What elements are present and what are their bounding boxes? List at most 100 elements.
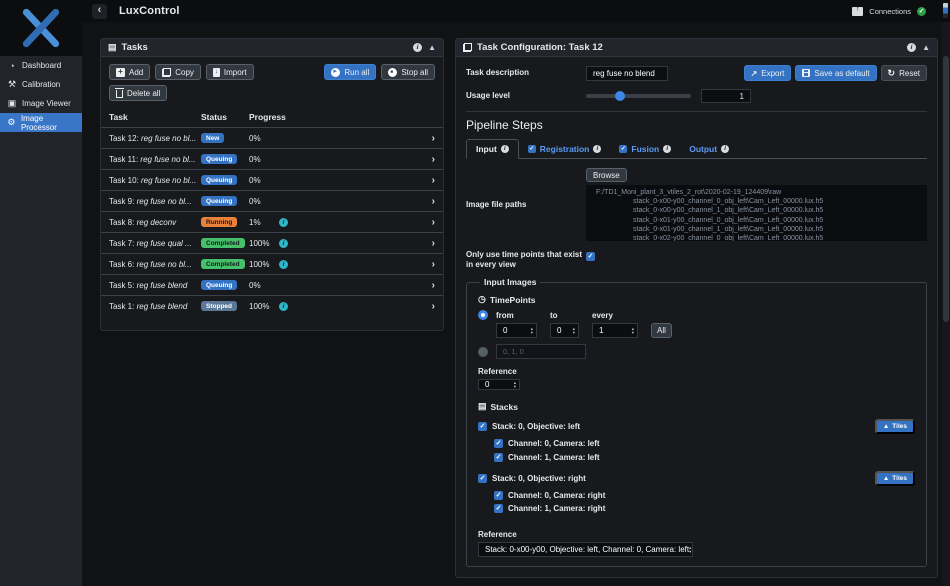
from-input[interactable]: 0 ▴▾ xyxy=(496,323,537,338)
status-badge: Running xyxy=(201,217,237,227)
file-path-line: stack_0-x01-y00_channel_1_obj_left\Cam_L… xyxy=(596,225,923,234)
stop-all-button[interactable]: Stop all xyxy=(381,64,435,80)
channel-checkbox[interactable]: ✓ xyxy=(494,453,503,462)
list-radio[interactable] xyxy=(478,347,488,357)
delete-all-button[interactable]: Delete all xyxy=(109,85,167,101)
tab-input[interactable]: Input i xyxy=(466,139,519,159)
stepper-icon[interactable]: ▴▾ xyxy=(531,327,533,334)
file-path-line: stack_0-x02-y00_channel_0_obj_left\Cam_L… xyxy=(596,234,923,241)
stepper-icon[interactable]: ▴▾ xyxy=(632,327,634,334)
run-all-button[interactable]: Run all xyxy=(324,64,376,80)
info-icon[interactable]: i xyxy=(413,43,422,52)
info-icon[interactable]: i xyxy=(279,218,288,227)
sidebar-item-image-processor[interactable]: ⚙ Image Processor xyxy=(0,113,82,132)
sidebar-item-dashboard[interactable]: ◔ Dashboard xyxy=(0,56,82,75)
play-icon xyxy=(331,68,340,77)
clock-icon xyxy=(478,294,486,305)
chevron-right-icon[interactable]: › xyxy=(432,133,435,144)
stepper-icon[interactable]: ▴▾ xyxy=(514,381,516,388)
stepper-icon[interactable]: ▴▾ xyxy=(573,327,575,334)
info-icon[interactable]: i xyxy=(279,302,288,311)
timepoints-title: TimePoints xyxy=(478,294,915,305)
timepoints-filter-checkbox[interactable]: ✓ xyxy=(586,252,595,261)
tasks-toolbar: Add Copy Import Run all xyxy=(101,57,443,103)
tab-registration[interactable]: ✓ Registration i xyxy=(519,140,611,158)
chevron-right-icon[interactable]: › xyxy=(432,196,435,207)
info-icon[interactable]: i xyxy=(907,43,916,52)
chevron-right-icon[interactable]: › xyxy=(432,238,435,249)
tiles-collapse-button[interactable]: ▲ Tiles xyxy=(875,419,915,434)
sidebar-item-calibration[interactable]: ⚒ Calibration xyxy=(0,75,82,94)
channel-checkbox[interactable]: ✓ xyxy=(494,491,503,500)
reference-label: Reference xyxy=(478,367,915,376)
image-file-paths-box[interactable]: F:/TD1_Moni_plant_3_vtiles_2_rot\2020-02… xyxy=(586,185,927,241)
channel-checkbox[interactable]: ✓ xyxy=(494,439,503,448)
every-input[interactable]: 1 ▴▾ xyxy=(592,323,638,338)
every-label: every xyxy=(592,311,638,320)
stack-icon xyxy=(478,401,487,412)
chevron-right-icon[interactable]: › xyxy=(432,280,435,291)
timepoints-filter-row: Only use time points that exist in every… xyxy=(466,250,927,270)
collapse-caret-icon[interactable]: ▲ xyxy=(428,43,436,52)
reference-input[interactable]: 0 ▴▾ xyxy=(478,379,520,390)
table-row[interactable]: Task 6: reg fuse no bl... Completed 100%… xyxy=(101,253,443,274)
table-row[interactable]: Task 10: reg fuse no bl... Queuing 0% i … xyxy=(101,169,443,190)
sidebar-item-image-viewer[interactable]: ▣ Image Viewer xyxy=(0,94,82,113)
add-task-button[interactable]: Add xyxy=(109,64,150,80)
chevron-right-icon[interactable]: › xyxy=(432,217,435,228)
info-icon[interactable]: i xyxy=(279,239,288,248)
range-radio[interactable] xyxy=(478,310,488,320)
caret-up-icon: ▲ xyxy=(883,475,889,482)
usage-level-slider[interactable] xyxy=(586,94,691,98)
task-description-input[interactable]: reg fuse no blend xyxy=(586,66,668,81)
stack-checkbox[interactable]: ✓ xyxy=(478,422,487,431)
to-input[interactable]: 0 ▴▾ xyxy=(550,323,579,338)
table-row[interactable]: Task 7: reg fuse qual ... Completed 100%… xyxy=(101,232,443,253)
table-row[interactable]: Task 12: reg fuse no bl... New 0% i › xyxy=(101,127,443,148)
channel-row: ✓ Channel: 0, Camera: right xyxy=(494,491,915,500)
table-row[interactable]: Task 5: reg fuse blend Queuing 0% i › xyxy=(101,274,443,295)
reset-button[interactable]: Reset xyxy=(881,65,927,81)
back-button[interactable]: ‹ xyxy=(92,4,107,19)
status-badge: New xyxy=(201,133,224,143)
table-row[interactable]: Task 11: reg fuse no bl... Queuing 0% i … xyxy=(101,148,443,169)
copy-icon xyxy=(162,68,171,77)
scrollbar-thumb[interactable] xyxy=(943,56,949,322)
chevron-right-icon[interactable]: › xyxy=(432,154,435,165)
browse-button[interactable]: Browse xyxy=(586,168,627,182)
usage-level-value[interactable]: 1 xyxy=(701,89,751,103)
info-icon: i xyxy=(663,145,671,153)
stack-checkbox[interactable]: ✓ xyxy=(478,474,487,483)
image-icon: ▣ xyxy=(7,98,17,109)
copy-task-button[interactable]: Copy xyxy=(155,64,201,80)
chevron-right-icon[interactable]: › xyxy=(432,301,435,312)
reference-select[interactable]: Stack: 0-x00-y00, Objective: left, Chann… xyxy=(478,542,693,557)
export-icon xyxy=(751,69,758,78)
sidebar-item-label: Image Processor xyxy=(21,114,75,132)
table-row[interactable]: Task 1: reg fuse blend Stopped 100% i › xyxy=(101,295,443,316)
collapse-caret-icon[interactable]: ▲ xyxy=(922,43,930,52)
info-icon: i xyxy=(593,145,601,153)
slider-handle[interactable] xyxy=(615,91,625,101)
import-task-button[interactable]: Import xyxy=(206,64,254,80)
chevron-right-icon[interactable]: › xyxy=(432,175,435,186)
sidebar: ◔ Dashboard ⚒ Calibration ▣ Image Viewer… xyxy=(0,0,82,586)
tiles-collapse-button[interactable]: ▲ Tiles xyxy=(875,471,915,486)
from-label: from xyxy=(496,311,550,320)
chevron-right-icon[interactable]: › xyxy=(432,259,435,270)
tab-fusion[interactable]: ✓ Fusion i xyxy=(610,140,680,158)
export-button[interactable]: Export xyxy=(744,65,792,81)
checkbox-checked[interactable]: ✓ xyxy=(528,145,536,153)
checkbox-checked[interactable]: ✓ xyxy=(619,145,627,153)
tab-output[interactable]: Output i xyxy=(680,140,738,158)
table-row[interactable]: Task 8: reg deconv Running 1% i › xyxy=(101,211,443,232)
table-row[interactable]: Task 9: reg fuse no bl... Queuing 0% i › xyxy=(101,190,443,211)
info-icon[interactable]: i xyxy=(279,260,288,269)
channel-checkbox[interactable]: ✓ xyxy=(494,504,503,513)
task-label: Task 1: reg fuse blend xyxy=(109,302,201,311)
all-button[interactable]: All xyxy=(651,323,672,338)
caret-up-icon: ▲ xyxy=(883,423,889,430)
scrollbar[interactable] xyxy=(942,22,950,586)
timepoints-list-input[interactable]: 0, 1, 0 xyxy=(496,344,586,359)
save-as-default-button[interactable]: Save as default xyxy=(795,65,876,81)
